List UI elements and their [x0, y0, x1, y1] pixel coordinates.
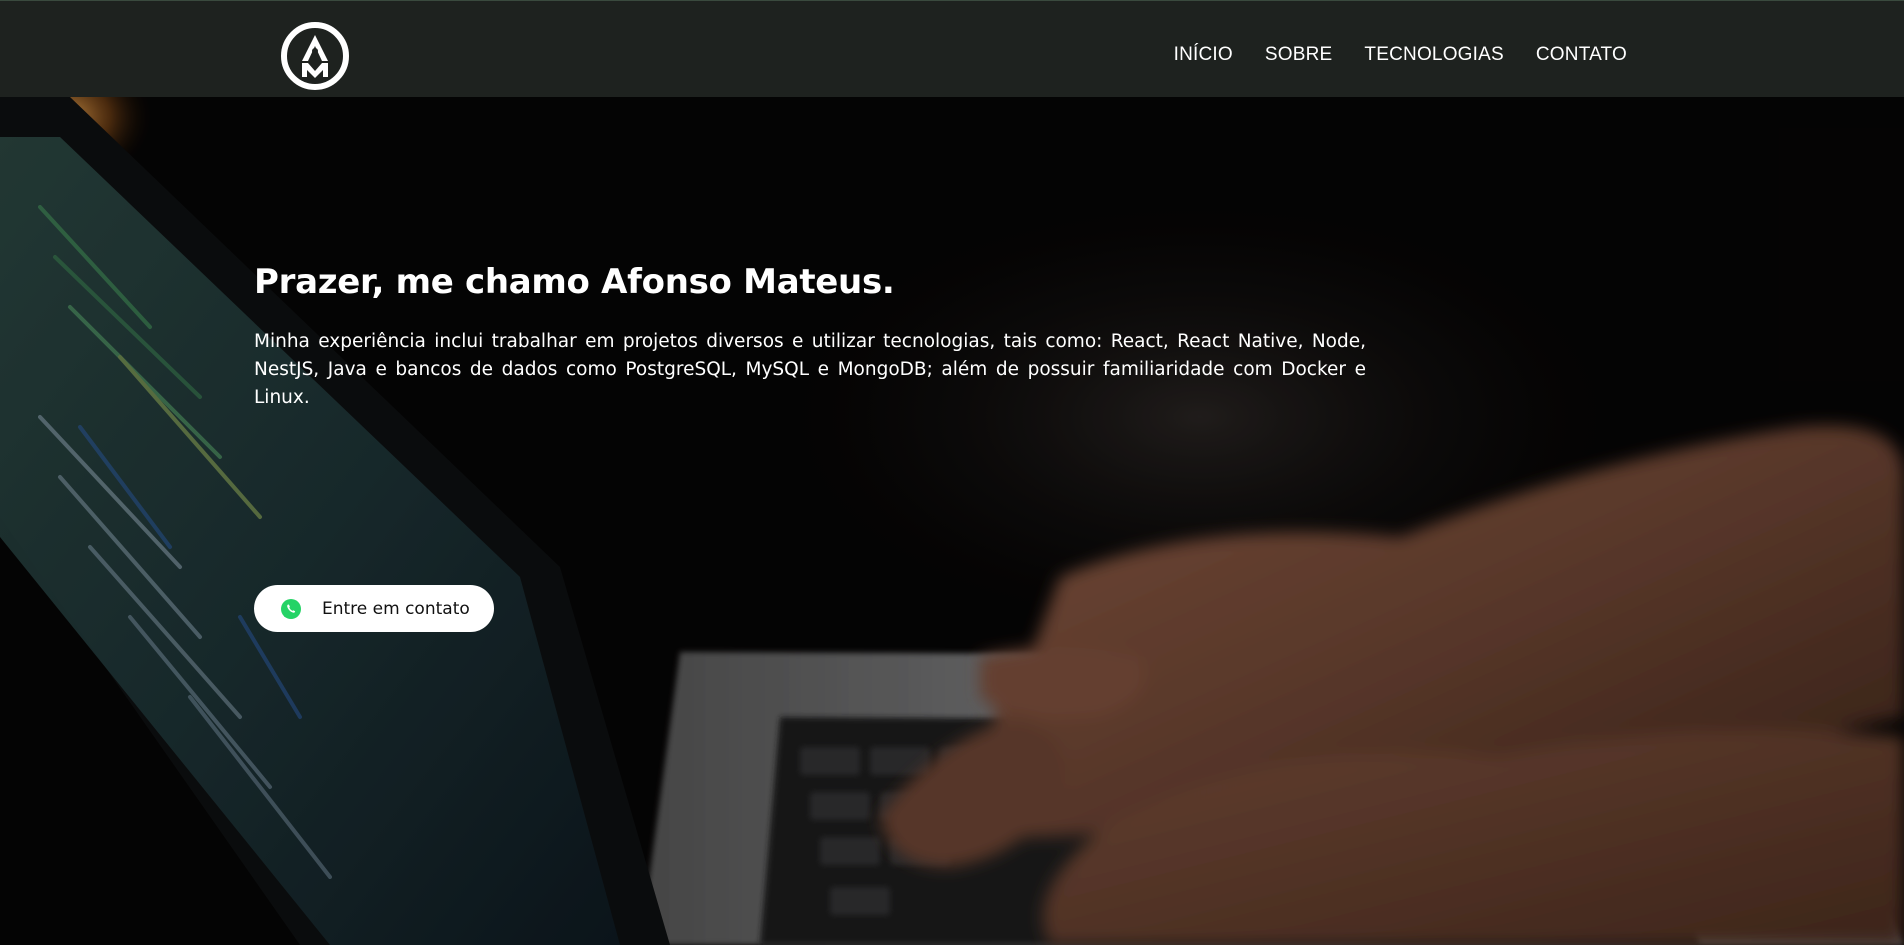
- hero-description: Minha experiência inclui trabalhar em pr…: [254, 331, 1366, 408]
- navbar: INÍCIO SOBRE TECNOLOGIAS CONTATO: [0, 0, 1904, 97]
- contact-button[interactable]: Entre em contato: [254, 585, 494, 632]
- am-logo-icon: [281, 22, 349, 90]
- logo-link[interactable]: [280, 21, 350, 91]
- page: INÍCIO SOBRE TECNOLOGIAS CONTATO Prazer,…: [0, 0, 1904, 945]
- main-nav: INÍCIO SOBRE TECNOLOGIAS CONTATO: [1174, 44, 1627, 66]
- hero-section: [0, 97, 1904, 945]
- nav-tecnologias[interactable]: TECNOLOGIAS: [1364, 44, 1503, 66]
- contact-button-label: Entre em contato: [322, 598, 470, 619]
- nav-contato[interactable]: CONTATO: [1536, 44, 1627, 66]
- nav-sobre[interactable]: SOBRE: [1265, 44, 1333, 66]
- nav-inicio[interactable]: INÍCIO: [1174, 44, 1233, 66]
- whatsapp-icon: [280, 598, 302, 620]
- hero-overlay: [0, 97, 1904, 945]
- hero-content: Prazer, me chamo Afonso Mateus. Minha ex…: [254, 262, 1366, 412]
- hero-title: Prazer, me chamo Afonso Mateus.: [254, 262, 895, 302]
